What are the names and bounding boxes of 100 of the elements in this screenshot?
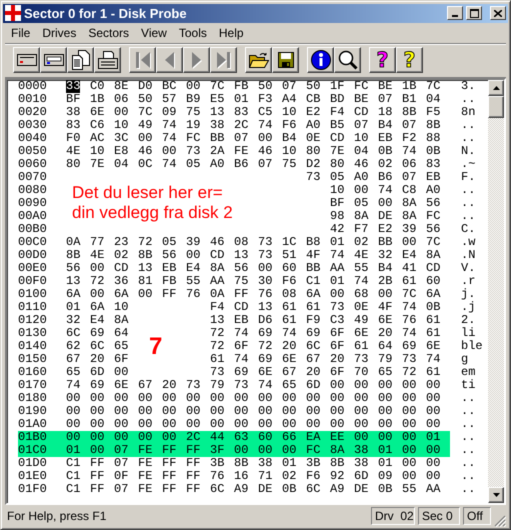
byte-cell[interactable]: 8B xyxy=(426,118,440,132)
byte-cell[interactable]: 07 xyxy=(114,442,128,457)
byte-cell[interactable]: 20 xyxy=(162,378,176,392)
byte-cell[interactable]: 3C xyxy=(114,130,128,145)
byte-cell[interactable]: 00 xyxy=(258,442,272,457)
byte-cell[interactable]: 7C xyxy=(138,104,152,119)
byte-cell[interactable]: E4 xyxy=(90,312,104,327)
byte-cell[interactable]: 67 xyxy=(66,352,80,366)
byte-cell[interactable]: 00 xyxy=(114,104,128,119)
byte-cell[interactable]: 67 xyxy=(282,364,296,379)
byte-cell[interactable]: 00 xyxy=(66,430,80,444)
byte-cell[interactable]: 8E xyxy=(114,80,128,93)
byte-cell[interactable]: 81 xyxy=(138,274,152,288)
byte-cell[interactable]: 04 xyxy=(354,144,368,158)
byte-cell[interactable]: FE xyxy=(138,456,152,470)
byte-cell[interactable]: 13 xyxy=(138,260,152,275)
byte-cell[interactable]: 72 xyxy=(402,364,416,379)
byte-cell[interactable]: 75 xyxy=(234,274,248,288)
byte-cell[interactable]: 7C xyxy=(210,80,224,93)
byte-cell[interactable]: 6F xyxy=(114,352,128,366)
byte-cell[interactable]: 00 xyxy=(138,430,152,444)
byte-cell[interactable]: 49 xyxy=(138,118,152,132)
byte-cell[interactable]: A4 xyxy=(282,92,296,106)
byte-cell[interactable]: 7C xyxy=(426,80,440,93)
byte-cell[interactable]: 13 xyxy=(210,104,224,119)
byte-cell[interactable]: 00 xyxy=(330,404,344,418)
byte-cell[interactable]: 00 xyxy=(66,390,80,405)
byte-cell[interactable]: 69 xyxy=(258,352,272,366)
byte-cell[interactable]: 07 xyxy=(402,118,416,132)
byte-cell[interactable]: C1 xyxy=(66,482,80,496)
byte-cell[interactable]: 72 xyxy=(90,274,104,288)
byte-cell[interactable]: 61 xyxy=(282,312,296,327)
byte-cell[interactable]: 8A xyxy=(330,442,344,457)
byte-cell[interactable]: F3 xyxy=(258,92,272,106)
byte-cell[interactable]: 00 xyxy=(186,416,200,431)
byte-cell[interactable]: 56 xyxy=(162,248,176,262)
byte-cell[interactable]: 13 xyxy=(66,274,80,288)
highlighted-row[interactable]: 01C0 01 00 07 FE FF FF 3F 00 00 00 FC 8A 38 01 00 00 xyxy=(18,444,450,457)
byte-cell[interactable]: E8 xyxy=(114,144,128,158)
byte-cell[interactable]: 09 xyxy=(378,468,392,483)
byte-cell[interactable]: 00 xyxy=(114,390,128,405)
byte-cell[interactable]: 00 xyxy=(90,390,104,405)
byte-cell[interactable]: 10 xyxy=(330,182,344,197)
byte-cell[interactable]: 00 xyxy=(330,378,344,392)
byte-cell[interactable]: 61 xyxy=(402,274,416,288)
byte-cell[interactable]: 38 xyxy=(258,456,272,470)
byte-cell[interactable]: 20 xyxy=(378,326,392,340)
maximize-button[interactable] xyxy=(466,6,482,20)
close-button[interactable] xyxy=(490,6,506,20)
byte-cell[interactable]: 8B xyxy=(138,248,152,262)
byte-cell[interactable]: CD xyxy=(426,260,440,275)
byte-cell[interactable]: 10 xyxy=(282,104,296,119)
byte-cell[interactable]: 20 xyxy=(90,352,104,366)
byte-cell[interactable]: B4 xyxy=(282,130,296,145)
byte-cell[interactable]: 02 xyxy=(114,248,128,262)
byte-cell[interactable]: 6A xyxy=(426,286,440,301)
byte-cell[interactable]: C0 xyxy=(90,80,104,93)
scroll-down-button[interactable] xyxy=(488,487,504,504)
byte-cell[interactable]: 00 xyxy=(306,404,320,418)
byte-cell[interactable]: 01 xyxy=(378,456,392,470)
byte-cell[interactable]: 01 xyxy=(66,300,80,314)
byte-cell[interactable]: 01 xyxy=(426,430,440,444)
byte-cell[interactable]: 00 xyxy=(426,378,440,392)
byte-cell[interactable]: EB xyxy=(378,130,392,145)
byte-cell[interactable]: 75 xyxy=(186,104,200,119)
byte-cell[interactable]: FF xyxy=(162,442,176,457)
byte-cell[interactable]: 75 xyxy=(282,156,296,171)
byte-cell[interactable]: 8B xyxy=(66,248,80,262)
byte-cell[interactable]: 50 xyxy=(138,92,152,106)
byte-cell[interactable]: 00 xyxy=(162,390,176,405)
byte-cell[interactable]: 73 xyxy=(258,248,272,262)
byte-cell[interactable]: 07 xyxy=(114,456,128,470)
byte-cell[interactable]: 73 xyxy=(186,144,200,158)
byte-cell[interactable]: B9 xyxy=(186,92,200,106)
byte-cell[interactable]: 00 xyxy=(186,248,200,262)
byte-cell[interactable]: 2C xyxy=(186,430,200,444)
byte-cell[interactable]: 06 xyxy=(402,156,416,171)
byte-cell[interactable]: 04 xyxy=(426,92,440,106)
byte-cell[interactable]: 66 xyxy=(282,430,296,444)
byte-cell[interactable]: 00 xyxy=(210,390,224,405)
byte-cell[interactable]: 20 xyxy=(306,364,320,379)
byte-cell[interactable]: 07 xyxy=(378,92,392,106)
byte-cell[interactable]: 60 xyxy=(282,260,296,275)
byte-cell[interactable]: 38 xyxy=(354,456,368,470)
byte-cell[interactable]: 61 xyxy=(282,300,296,314)
byte-cell[interactable]: 83 xyxy=(234,104,248,119)
byte-cell[interactable]: B4 xyxy=(378,260,392,275)
byte-cell[interactable]: 73 xyxy=(186,378,200,392)
byte-cell[interactable]: 74 xyxy=(378,182,392,197)
byte-cell[interactable]: 13 xyxy=(234,248,248,262)
byte-cell[interactable]: CD xyxy=(234,300,248,314)
byte-cell[interactable]: 6D xyxy=(306,378,320,392)
byte-cell[interactable]: 69 xyxy=(258,326,272,340)
byte-cell[interactable]: 00 xyxy=(402,416,416,431)
byte-cell[interactable]: E2 xyxy=(378,222,392,236)
byte-cell[interactable]: 0A xyxy=(210,286,224,301)
byte-cell[interactable]: 8A xyxy=(114,312,128,327)
byte-cell[interactable]: 00 xyxy=(426,456,440,470)
byte-cell[interactable]: 38 xyxy=(66,104,80,119)
byte-cell[interactable]: 74 xyxy=(162,118,176,132)
